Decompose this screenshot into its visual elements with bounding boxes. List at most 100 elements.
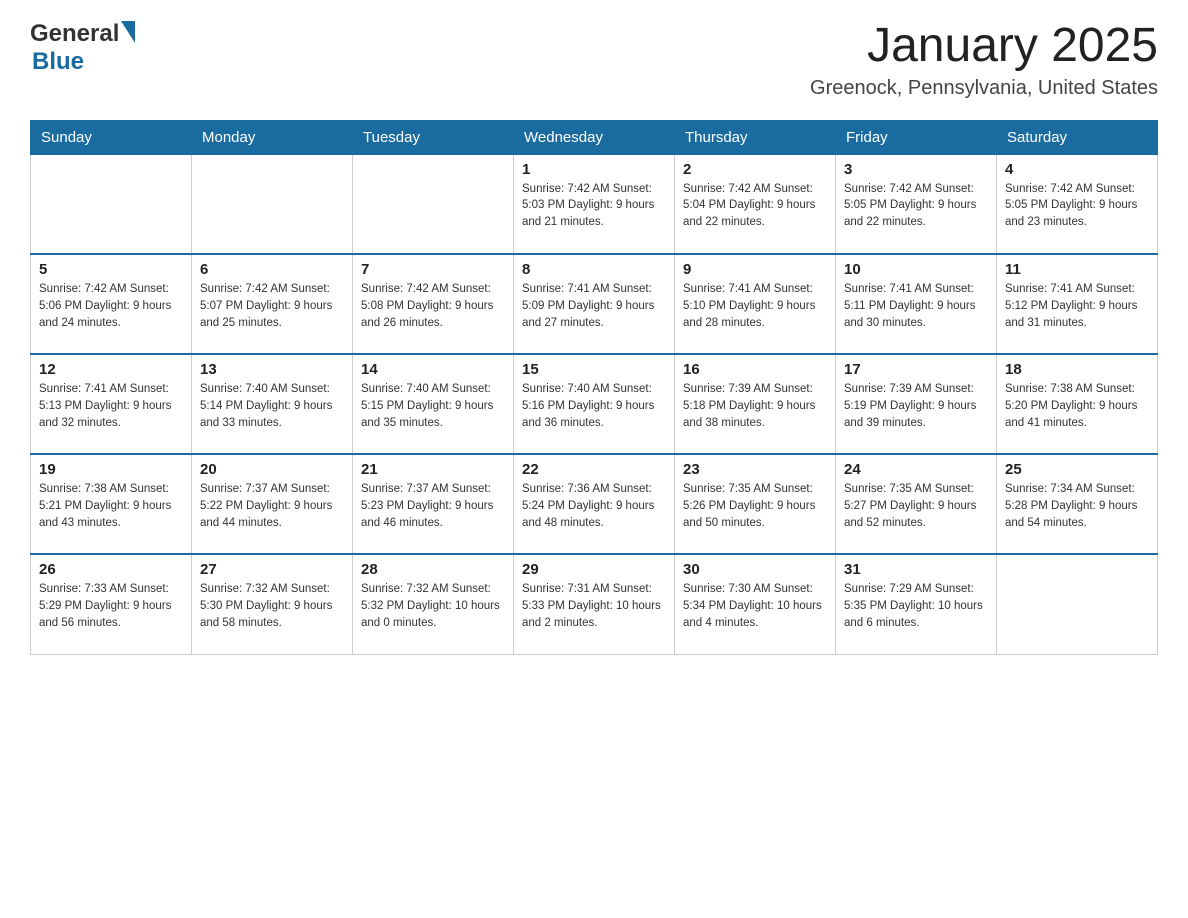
weekday-header-saturday: Saturday [997, 120, 1158, 154]
calendar-cell: 16 Sunrise: 7:39 AM Sunset: 5:18 PM Dayli… [675, 354, 836, 454]
day-number: 17 [844, 361, 988, 378]
day-info: Sunrise: 7:42 AM Sunset: 5:03 PM Dayligh… [522, 181, 666, 231]
calendar-cell: 26Sunrise: 7:33 AM Sunset: 5:29 PM Dayli… [31, 554, 192, 654]
day-number: 11 [1005, 261, 1149, 278]
day-info: Sunrise: 7:42 AM Sunset: 5:05 PM Dayligh… [1005, 181, 1149, 231]
page-header: General Blue January 2025 Greenock, Penn… [30, 20, 1158, 100]
day-number: 19 [39, 461, 183, 478]
day-number: 31 [844, 561, 988, 578]
day-info: Sunrise: 7:34 AM Sunset: 5:28 PM Dayligh… [1005, 481, 1149, 531]
day-info: Sunrise: 7:32 AM Sunset: 5:30 PM Dayligh… [200, 581, 344, 631]
week-row-4: 19Sunrise: 7:38 AM Sunset: 5:21 PM Dayli… [31, 454, 1158, 554]
logo: General Blue [30, 20, 135, 76]
day-number: 29 [522, 561, 666, 578]
title-section: January 2025 Greenock, Pennsylvania, Uni… [810, 20, 1158, 100]
day-number: 23 [683, 461, 827, 478]
calendar-cell: 4 Sunrise: 7:42 AM Sunset: 5:05 PM Daylig… [997, 154, 1158, 254]
day-info: Sunrise: 7:30 AM Sunset: 5:34 PM Dayligh… [683, 581, 827, 631]
day-number: 24 [844, 461, 988, 478]
weekday-header-sunday: Sunday [31, 120, 192, 154]
day-info: Sunrise: 7:41 AM Sunset: 5:10 PM Dayligh… [683, 281, 827, 331]
day-number: 14 [361, 361, 505, 378]
calendar-cell: 1 Sunrise: 7:42 AM Sunset: 5:03 PM Daylig… [514, 154, 675, 254]
day-number: 4 [1005, 161, 1149, 178]
calendar-cell: 5 Sunrise: 7:42 AM Sunset: 5:06 PM Daylig… [31, 254, 192, 354]
day-info: Sunrise: 7:31 AM Sunset: 5:33 PM Dayligh… [522, 581, 666, 631]
calendar-cell: 6 Sunrise: 7:42 AM Sunset: 5:07 PM Daylig… [192, 254, 353, 354]
calendar-cell: 29 Sunrise: 7:31 AM Sunset: 5:33 PM Dayli… [514, 554, 675, 654]
day-number: 20 [200, 461, 344, 478]
logo-general-text: General [30, 20, 119, 48]
calendar-cell [997, 554, 1158, 654]
calendar-cell: 24Sunrise: 7:35 AM Sunset: 5:27 PM Dayli… [836, 454, 997, 554]
day-number: 21 [361, 461, 505, 478]
calendar-cell: 25 Sunrise: 7:34 AM Sunset: 5:28 PM Dayli… [997, 454, 1158, 554]
calendar-cell [192, 154, 353, 254]
day-number: 3 [844, 161, 988, 178]
calendar-cell: 9 Sunrise: 7:41 AM Sunset: 5:10 PM Daylig… [675, 254, 836, 354]
calendar-cell: 30 Sunrise: 7:30 AM Sunset: 5:34 PM Dayli… [675, 554, 836, 654]
day-number: 16 [683, 361, 827, 378]
day-number: 22 [522, 461, 666, 478]
calendar-cell: 27 Sunrise: 7:32 AM Sunset: 5:30 PM Dayli… [192, 554, 353, 654]
day-info: Sunrise: 7:41 AM Sunset: 5:12 PM Dayligh… [1005, 281, 1149, 331]
calendar-cell: 10 Sunrise: 7:41 AM Sunset: 5:11 PM Dayli… [836, 254, 997, 354]
day-info: Sunrise: 7:42 AM Sunset: 5:05 PM Dayligh… [844, 181, 988, 231]
calendar-cell: 12Sunrise: 7:41 AM Sunset: 5:13 PM Dayli… [31, 354, 192, 454]
calendar-table: SundayMondayTuesdayWednesdayThursdayFrid… [30, 120, 1158, 655]
day-info: Sunrise: 7:42 AM Sunset: 5:07 PM Dayligh… [200, 281, 344, 331]
day-info: Sunrise: 7:42 AM Sunset: 5:06 PM Dayligh… [39, 281, 183, 331]
calendar-cell: 11 Sunrise: 7:41 AM Sunset: 5:12 PM Dayli… [997, 254, 1158, 354]
weekday-header-friday: Friday [836, 120, 997, 154]
calendar-cell [353, 154, 514, 254]
day-info: Sunrise: 7:39 AM Sunset: 5:18 PM Dayligh… [683, 381, 827, 431]
day-number: 27 [200, 561, 344, 578]
calendar-cell: 8 Sunrise: 7:41 AM Sunset: 5:09 PM Daylig… [514, 254, 675, 354]
calendar-cell: 21 Sunrise: 7:37 AM Sunset: 5:23 PM Dayli… [353, 454, 514, 554]
day-number: 1 [522, 161, 666, 178]
day-number: 5 [39, 261, 183, 278]
day-info: Sunrise: 7:41 AM Sunset: 5:11 PM Dayligh… [844, 281, 988, 331]
day-number: 25 [1005, 461, 1149, 478]
day-number: 7 [361, 261, 505, 278]
day-info: Sunrise: 7:42 AM Sunset: 5:08 PM Dayligh… [361, 281, 505, 331]
day-info: Sunrise: 7:40 AM Sunset: 5:15 PM Dayligh… [361, 381, 505, 431]
day-info: Sunrise: 7:37 AM Sunset: 5:23 PM Dayligh… [361, 481, 505, 531]
calendar-cell: 18 Sunrise: 7:38 AM Sunset: 5:20 PM Dayli… [997, 354, 1158, 454]
day-info: Sunrise: 7:41 AM Sunset: 5:09 PM Dayligh… [522, 281, 666, 331]
day-info: Sunrise: 7:40 AM Sunset: 5:14 PM Dayligh… [200, 381, 344, 431]
day-info: Sunrise: 7:41 AM Sunset: 5:13 PM Dayligh… [39, 381, 183, 431]
week-row-3: 12Sunrise: 7:41 AM Sunset: 5:13 PM Dayli… [31, 354, 1158, 454]
day-number: 18 [1005, 361, 1149, 378]
day-info: Sunrise: 7:37 AM Sunset: 5:22 PM Dayligh… [200, 481, 344, 531]
day-info: Sunrise: 7:32 AM Sunset: 5:32 PM Dayligh… [361, 581, 505, 631]
weekday-header-monday: Monday [192, 120, 353, 154]
calendar-cell: 7 Sunrise: 7:42 AM Sunset: 5:08 PM Daylig… [353, 254, 514, 354]
logo-blue-text: Blue [32, 48, 84, 76]
day-number: 8 [522, 261, 666, 278]
calendar-cell: 22Sunrise: 7:36 AM Sunset: 5:24 PM Dayli… [514, 454, 675, 554]
weekday-header-thursday: Thursday [675, 120, 836, 154]
week-row-5: 26Sunrise: 7:33 AM Sunset: 5:29 PM Dayli… [31, 554, 1158, 654]
day-number: 10 [844, 261, 988, 278]
calendar-cell: 15Sunrise: 7:40 AM Sunset: 5:16 PM Dayli… [514, 354, 675, 454]
week-row-2: 5 Sunrise: 7:42 AM Sunset: 5:06 PM Daylig… [31, 254, 1158, 354]
calendar-cell: 14 Sunrise: 7:40 AM Sunset: 5:15 PM Dayli… [353, 354, 514, 454]
day-number: 9 [683, 261, 827, 278]
subtitle: Greenock, Pennsylvania, United States [810, 77, 1158, 100]
weekday-header-row: SundayMondayTuesdayWednesdayThursdayFrid… [31, 120, 1158, 154]
calendar-cell: 13Sunrise: 7:40 AM Sunset: 5:14 PM Dayli… [192, 354, 353, 454]
day-info: Sunrise: 7:33 AM Sunset: 5:29 PM Dayligh… [39, 581, 183, 631]
day-info: Sunrise: 7:29 AM Sunset: 5:35 PM Dayligh… [844, 581, 988, 631]
calendar-cell: 28 Sunrise: 7:32 AM Sunset: 5:32 PM Dayli… [353, 554, 514, 654]
day-number: 30 [683, 561, 827, 578]
weekday-header-tuesday: Tuesday [353, 120, 514, 154]
calendar-cell: 2Sunrise: 7:42 AM Sunset: 5:04 PM Daylig… [675, 154, 836, 254]
day-info: Sunrise: 7:38 AM Sunset: 5:20 PM Dayligh… [1005, 381, 1149, 431]
day-number: 6 [200, 261, 344, 278]
day-info: Sunrise: 7:42 AM Sunset: 5:04 PM Dayligh… [683, 181, 827, 231]
day-number: 28 [361, 561, 505, 578]
day-info: Sunrise: 7:35 AM Sunset: 5:26 PM Dayligh… [683, 481, 827, 531]
calendar-cell: 19Sunrise: 7:38 AM Sunset: 5:21 PM Dayli… [31, 454, 192, 554]
day-number: 15 [522, 361, 666, 378]
